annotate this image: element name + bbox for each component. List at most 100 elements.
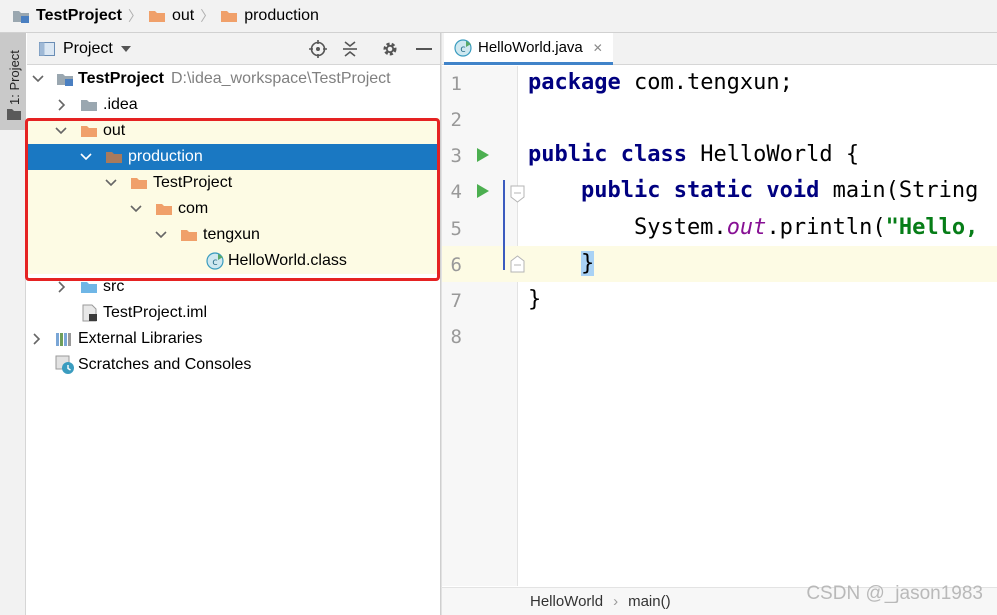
iml-file-icon — [82, 304, 97, 322]
folder-orange-icon — [181, 230, 197, 241]
folder-orange-icon — [106, 152, 122, 163]
module-folder-icon — [57, 74, 73, 86]
nav-crumb-out[interactable]: out — [148, 0, 194, 33]
tree-node-label: tengxun — [203, 226, 260, 243]
fold-marker-icon[interactable] — [510, 185, 525, 203]
line-number: 1 — [450, 73, 462, 95]
project-tree: TestProject D:\idea_workspace\TestProject… — [27, 66, 440, 615]
code-line-4: public static void main(String — [580, 178, 979, 203]
folder-orange-icon — [156, 204, 172, 215]
chevron-right-icon: 〉 — [127, 8, 142, 24]
tree-node-idea[interactable]: .idea — [27, 92, 440, 118]
nav-crumb-label: out — [171, 7, 195, 24]
watermark: CSDN @_jason1983 — [806, 583, 983, 604]
nav-crumb-production[interactable]: production — [220, 0, 319, 33]
chevron-down-icon[interactable] — [129, 202, 143, 216]
project-panel-header: Project — [27, 33, 440, 65]
tree-node-testproject[interactable]: TestProject D:\idea_workspace\TestProject — [27, 66, 440, 92]
tree-node-com[interactable]: com — [27, 196, 440, 222]
nav-crumb-label: production — [244, 7, 319, 24]
close-icon[interactable]: ✕ — [593, 41, 603, 55]
tree-node-label: src — [103, 278, 125, 295]
line-number: 3 — [450, 145, 462, 167]
line-number: 6 — [450, 254, 462, 276]
chevron-right-icon[interactable] — [54, 98, 68, 112]
code-line-6: } — [580, 251, 595, 276]
project-view-dropdown[interactable]: Project — [63, 40, 113, 58]
chevron-down-icon[interactable] — [104, 176, 118, 190]
tab-helloworld-java[interactable]: c HelloWorld.java ✕ — [444, 33, 613, 65]
chevron-down-icon[interactable] — [54, 124, 68, 138]
chevron-right-icon: › — [613, 593, 619, 610]
tree-node-src[interactable]: src — [27, 274, 440, 300]
tree-node-path: D:\idea_workspace\TestProject — [170, 70, 391, 87]
tree-node-label: production — [128, 148, 203, 165]
line-number: 7 — [450, 290, 462, 312]
code-line-1: package com.tengxun; — [528, 70, 793, 95]
tree-node-label: TestProject — [78, 70, 164, 87]
tree-node-label: External Libraries — [78, 330, 203, 347]
folder-orange-icon — [148, 11, 165, 22]
breadcrumb-class[interactable]: HelloWorld — [530, 593, 603, 610]
settings-icon[interactable] — [380, 39, 400, 59]
scratches-icon — [55, 355, 74, 374]
chevron-down-icon[interactable] — [120, 45, 131, 52]
locate-icon[interactable] — [308, 39, 328, 59]
chevron-right-icon[interactable] — [29, 332, 43, 346]
folder-orange-icon — [221, 11, 238, 22]
svg-text:c: c — [212, 257, 218, 268]
folder-icon — [7, 109, 21, 120]
code-line-5: System.out.println("Hello, — [528, 215, 979, 240]
source-folder-icon — [81, 282, 97, 293]
code-line-3: public class HelloWorld { — [528, 142, 860, 167]
tree-node-testproject-output[interactable]: TestProject — [27, 170, 440, 196]
tree-node-helloworld-class[interactable]: c HelloWorld.class — [27, 248, 440, 274]
tree-node-label: TestProject — [153, 174, 233, 191]
tree-node-scratches[interactable]: Scratches and Consoles — [27, 352, 440, 378]
tree-node-label: TestProject.iml — [103, 304, 208, 321]
run-method-icon[interactable] — [476, 183, 490, 199]
nav-crumb-testproject[interactable]: TestProject — [12, 0, 122, 33]
hide-icon[interactable] — [414, 39, 434, 59]
line-number: 5 — [450, 218, 462, 240]
class-file-icon: c — [206, 252, 224, 270]
library-icon — [56, 333, 71, 346]
folder-orange-icon — [81, 126, 97, 137]
project-tool-window-label: 1: Project — [7, 50, 22, 105]
navigation-bar: TestProject 〉 out 〉 production — [0, 0, 997, 33]
tree-node-tengxun[interactable]: tengxun — [27, 222, 440, 248]
tree-node-iml[interactable]: TestProject.iml — [27, 300, 440, 326]
module-folder-icon — [13, 11, 29, 23]
breadcrumb-method[interactable]: main() — [628, 593, 671, 610]
code-line-7: } — [528, 287, 542, 312]
java-class-icon: c — [454, 38, 472, 57]
chevron-right-icon: 〉 — [200, 8, 215, 24]
tab-label: HelloWorld.java — [478, 39, 583, 56]
line-number: 2 — [450, 109, 462, 131]
tree-node-label: com — [178, 200, 209, 217]
chevron-down-icon[interactable] — [79, 150, 93, 164]
chevron-down-icon[interactable] — [31, 72, 45, 86]
svg-text:c: c — [460, 44, 466, 55]
project-view-icon — [39, 41, 55, 56]
tree-node-label: .idea — [103, 96, 138, 113]
fold-marker-icon[interactable] — [510, 255, 525, 273]
nav-crumb-label: TestProject — [36, 7, 122, 24]
editor-tab-bar: c HelloWorld.java ✕ — [442, 33, 997, 65]
tree-node-label: HelloWorld.class — [228, 252, 347, 269]
caret-line-highlight — [442, 246, 997, 282]
chevron-right-icon[interactable] — [54, 280, 68, 294]
tree-node-external-libraries[interactable]: External Libraries — [27, 326, 440, 352]
collapse-all-icon[interactable] — [340, 39, 360, 59]
line-number: 8 — [450, 326, 462, 348]
folder-orange-icon — [131, 178, 147, 189]
line-number: 4 — [450, 181, 462, 203]
tree-node-label: out — [103, 122, 126, 139]
run-class-icon[interactable] — [476, 147, 490, 163]
tree-node-out[interactable]: out — [27, 118, 440, 144]
method-scope-line — [503, 180, 505, 270]
tree-node-production[interactable]: production — [27, 144, 440, 170]
chevron-down-icon[interactable] — [154, 228, 168, 242]
tree-node-label: Scratches and Consoles — [78, 356, 252, 373]
folder-grey-icon — [81, 100, 97, 111]
